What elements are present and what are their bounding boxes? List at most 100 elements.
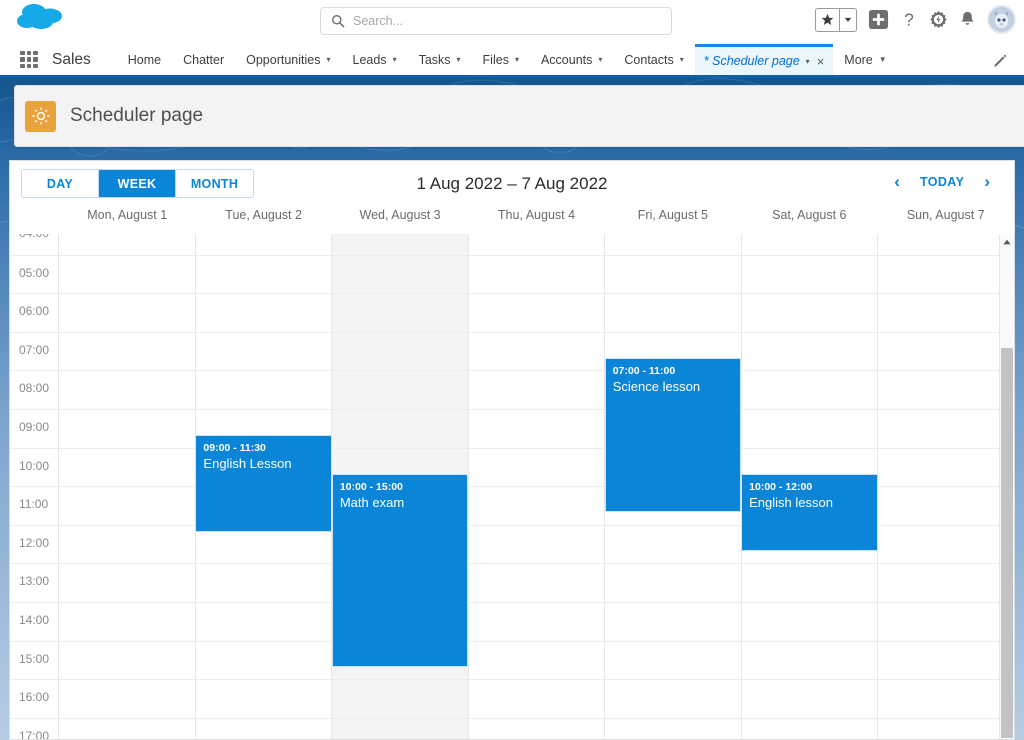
calendar-cell[interactable] [468, 563, 606, 602]
calendar-cell[interactable] [468, 486, 606, 525]
gear-icon[interactable] [929, 10, 948, 29]
calendar-cell[interactable] [59, 640, 196, 680]
search-input[interactable] [353, 14, 661, 28]
nav-item-more[interactable]: More ▼ [833, 44, 897, 75]
calendar-cell[interactable] [878, 486, 1014, 525]
favorites-button-group[interactable] [815, 7, 857, 32]
calendar-cell[interactable] [59, 601, 196, 641]
scrollbar-thumb[interactable] [1001, 348, 1013, 738]
nav-item-tasks[interactable]: Tasks ▾ [408, 44, 472, 75]
question-mark-icon[interactable]: ? [900, 10, 918, 30]
star-icon[interactable] [816, 9, 839, 31]
calendar-cell[interactable] [195, 370, 333, 409]
calendar-cell[interactable] [605, 717, 742, 739]
calendar-cell[interactable] [468, 293, 606, 332]
calendar-cell[interactable] [878, 640, 1014, 680]
nav-item-opportunities[interactable]: Opportunities ▾ [235, 44, 341, 75]
calendar-cell[interactable] [59, 679, 196, 718]
calendar-cell[interactable] [741, 640, 879, 680]
calendar-cell[interactable] [332, 408, 469, 448]
calendar-cell[interactable] [468, 524, 606, 564]
plus-box-icon[interactable] [868, 9, 889, 30]
calendar-event[interactable]: 10:00 - 12:00 English lesson [741, 473, 878, 551]
pencil-icon[interactable] [993, 53, 1008, 73]
chevron-down-icon[interactable]: ▾ [393, 55, 397, 64]
calendar-cell[interactable] [741, 293, 879, 332]
calendar-cell[interactable] [195, 640, 333, 680]
nav-item-accounts[interactable]: Accounts ▾ [530, 44, 613, 75]
calendar-cell[interactable] [741, 408, 879, 448]
calendar-cell[interactable] [195, 717, 333, 739]
salesforce-cloud-logo-icon[interactable] [14, 2, 66, 38]
calendar-cell[interactable] [878, 447, 1014, 487]
chevron-down-icon[interactable]: ▾ [457, 55, 461, 64]
calendar-cell[interactable] [468, 717, 606, 739]
calendar-cell[interactable] [195, 234, 333, 255]
calendar-cell[interactable] [741, 563, 879, 602]
close-icon[interactable]: × [817, 54, 825, 69]
calendar-cell[interactable] [59, 563, 196, 602]
next-period-button[interactable]: › [984, 173, 990, 190]
global-search[interactable] [320, 7, 672, 35]
calendar-cell[interactable] [468, 601, 606, 641]
calendar-cell[interactable] [878, 234, 1014, 255]
calendar-cell[interactable] [878, 293, 1014, 332]
calendar-cell[interactable] [332, 254, 469, 294]
chevron-down-icon[interactable]: ▼ [879, 55, 887, 64]
calendar-cell[interactable] [741, 331, 879, 371]
calendar-cell[interactable] [59, 486, 196, 525]
favorites-caret-down-icon[interactable] [839, 8, 856, 31]
chevron-down-icon[interactable]: ▾ [598, 55, 602, 64]
calendar-cell[interactable] [59, 331, 196, 371]
calendar-cell[interactable] [605, 254, 742, 294]
calendar-cell[interactable] [195, 563, 333, 602]
calendar-cell[interactable] [332, 717, 469, 739]
calendar-cell[interactable] [468, 254, 606, 294]
calendar-event[interactable]: 10:00 - 15:00 Math exam [331, 473, 469, 667]
calendar-cell[interactable] [195, 293, 333, 332]
calendar-cell[interactable] [59, 408, 196, 448]
previous-period-button[interactable]: ‹ [894, 173, 900, 190]
today-button[interactable]: TODAY [920, 175, 964, 189]
chevron-down-icon[interactable]: ▾ [680, 55, 684, 64]
calendar-cell[interactable] [59, 447, 196, 487]
calendar-cell[interactable] [59, 717, 196, 739]
chevron-down-icon[interactable]: ▾ [515, 55, 519, 64]
view-button-week[interactable]: WEEK [99, 170, 176, 197]
calendar-grid-scroll[interactable]: 04:0005:0006:0007:0008:0009:0010:0011:00… [10, 234, 1014, 739]
nav-item-home[interactable]: Home [117, 44, 172, 75]
calendar-cell[interactable] [605, 234, 742, 255]
calendar-cell[interactable] [605, 601, 742, 641]
calendar-cell[interactable] [878, 524, 1014, 564]
user-avatar[interactable] [987, 5, 1016, 34]
calendar-cell[interactable] [878, 370, 1014, 409]
calendar-cell[interactable] [878, 331, 1014, 371]
nav-item-leads[interactable]: Leads ▾ [342, 44, 408, 75]
calendar-cell[interactable] [878, 563, 1014, 602]
chevron-down-icon[interactable]: ▾ [326, 55, 330, 64]
nav-item-scheduler-page[interactable]: * Scheduler page ▾ × [694, 44, 834, 75]
calendar-cell[interactable] [878, 601, 1014, 641]
calendar-cell[interactable] [468, 408, 606, 448]
calendar-cell[interactable] [468, 331, 606, 371]
calendar-cell[interactable] [878, 254, 1014, 294]
calendar-cell[interactable] [741, 370, 879, 409]
calendar-cell[interactable] [605, 640, 742, 680]
calendar-cell[interactable] [332, 679, 469, 718]
calendar-cell[interactable] [332, 293, 469, 332]
nav-item-contacts[interactable]: Contacts ▾ [613, 44, 694, 75]
chevron-down-icon[interactable]: ▾ [806, 57, 810, 66]
calendar-cell[interactable] [332, 370, 469, 409]
calendar-cell[interactable] [468, 370, 606, 409]
calendar-cell[interactable] [605, 293, 742, 332]
calendar-cell[interactable] [195, 331, 333, 371]
calendar-cell[interactable] [741, 254, 879, 294]
calendar-cell[interactable] [332, 234, 469, 255]
calendar-cell[interactable] [468, 234, 606, 255]
calendar-cell[interactable] [741, 601, 879, 641]
calendar-cell[interactable] [878, 679, 1014, 718]
calendar-cell[interactable] [605, 679, 742, 718]
calendar-cell[interactable] [195, 601, 333, 641]
vertical-scrollbar[interactable] [999, 234, 1014, 739]
calendar-cell[interactable] [59, 524, 196, 564]
